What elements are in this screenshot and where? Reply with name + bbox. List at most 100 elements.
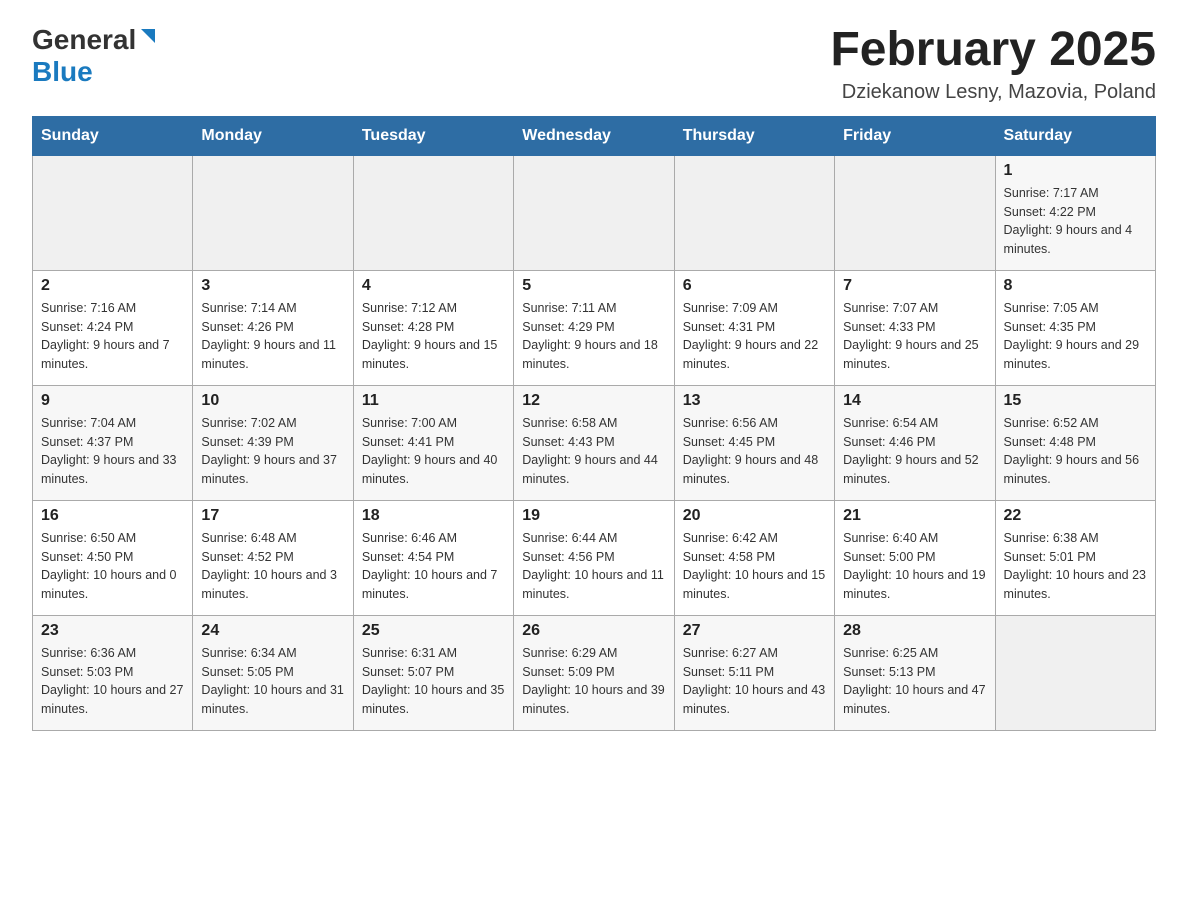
day-number: 5 <box>522 277 665 295</box>
day-info: Sunrise: 6:29 AM Sunset: 5:09 PM Dayligh… <box>522 644 665 719</box>
day-info: Sunrise: 7:00 AM Sunset: 4:41 PM Dayligh… <box>362 414 505 489</box>
day-number: 6 <box>683 277 826 295</box>
calendar-cell: 28 Sunrise: 6:25 AM Sunset: 5:13 PM Dayli… <box>835 615 995 730</box>
day-info: Sunrise: 6:46 AM Sunset: 4:54 PM Dayligh… <box>362 529 505 604</box>
day-number: 17 <box>201 507 344 525</box>
week-row-4: 16 Sunrise: 6:50 AM Sunset: 4:50 PM Dayli… <box>33 500 1156 615</box>
weekday-header-tuesday: Tuesday <box>353 116 513 155</box>
day-info: Sunrise: 6:50 AM Sunset: 4:50 PM Dayligh… <box>41 529 184 604</box>
calendar-cell: 2 Sunrise: 7:16 AM Sunset: 4:24 PM Daylig… <box>33 270 193 385</box>
logo-general-text: General <box>32 24 136 56</box>
day-number: 1 <box>1004 162 1147 180</box>
weekday-header-saturday: Saturday <box>995 116 1155 155</box>
day-number: 10 <box>201 392 344 410</box>
weekday-header-row: SundayMondayTuesdayWednesdayThursdayFrid… <box>33 116 1156 155</box>
weekday-header-friday: Friday <box>835 116 995 155</box>
calendar-cell: 10 Sunrise: 7:02 AM Sunset: 4:39 PM Dayli… <box>193 385 353 500</box>
logo-arrow-icon <box>137 25 159 47</box>
day-number: 4 <box>362 277 505 295</box>
calendar-cell: 27 Sunrise: 6:27 AM Sunset: 5:11 PM Dayli… <box>674 615 834 730</box>
day-number: 11 <box>362 392 505 410</box>
calendar-cell: 20Sunrise: 6:42 AM Sunset: 4:58 PM Dayli… <box>674 500 834 615</box>
calendar-cell: 17Sunrise: 6:48 AM Sunset: 4:52 PM Dayli… <box>193 500 353 615</box>
calendar-cell <box>674 155 834 270</box>
day-info: Sunrise: 7:14 AM Sunset: 4:26 PM Dayligh… <box>201 299 344 374</box>
day-info: Sunrise: 7:02 AM Sunset: 4:39 PM Dayligh… <box>201 414 344 489</box>
week-row-3: 9 Sunrise: 7:04 AM Sunset: 4:37 PM Daylig… <box>33 385 1156 500</box>
calendar-cell: 22Sunrise: 6:38 AM Sunset: 5:01 PM Dayli… <box>995 500 1155 615</box>
day-info: Sunrise: 6:25 AM Sunset: 5:13 PM Dayligh… <box>843 644 986 719</box>
day-number: 14 <box>843 392 986 410</box>
weekday-header-sunday: Sunday <box>33 116 193 155</box>
day-info: Sunrise: 6:54 AM Sunset: 4:46 PM Dayligh… <box>843 414 986 489</box>
day-info: Sunrise: 6:31 AM Sunset: 5:07 PM Dayligh… <box>362 644 505 719</box>
day-info: Sunrise: 6:58 AM Sunset: 4:43 PM Dayligh… <box>522 414 665 489</box>
day-number: 26 <box>522 622 665 640</box>
day-number: 28 <box>843 622 986 640</box>
day-number: 9 <box>41 392 184 410</box>
calendar-cell: 1Sunrise: 7:17 AM Sunset: 4:22 PM Daylig… <box>995 155 1155 270</box>
calendar-cell: 25 Sunrise: 6:31 AM Sunset: 5:07 PM Dayli… <box>353 615 513 730</box>
day-info: Sunrise: 6:56 AM Sunset: 4:45 PM Dayligh… <box>683 414 826 489</box>
calendar-cell <box>193 155 353 270</box>
week-row-5: 23Sunrise: 6:36 AM Sunset: 5:03 PM Dayli… <box>33 615 1156 730</box>
day-info: Sunrise: 7:09 AM Sunset: 4:31 PM Dayligh… <box>683 299 826 374</box>
calendar-table: SundayMondayTuesdayWednesdayThursdayFrid… <box>32 116 1156 731</box>
calendar-cell: 24 Sunrise: 6:34 AM Sunset: 5:05 PM Dayli… <box>193 615 353 730</box>
day-number: 2 <box>41 277 184 295</box>
logo: General Blue <box>32 24 159 88</box>
day-info: Sunrise: 7:07 AM Sunset: 4:33 PM Dayligh… <box>843 299 986 374</box>
day-info: Sunrise: 6:52 AM Sunset: 4:48 PM Dayligh… <box>1004 414 1147 489</box>
calendar-cell: 8 Sunrise: 7:05 AM Sunset: 4:35 PM Daylig… <box>995 270 1155 385</box>
calendar-cell: 6 Sunrise: 7:09 AM Sunset: 4:31 PM Daylig… <box>674 270 834 385</box>
calendar-cell: 13 Sunrise: 6:56 AM Sunset: 4:45 PM Dayli… <box>674 385 834 500</box>
day-number: 24 <box>201 622 344 640</box>
calendar-cell: 5 Sunrise: 7:11 AM Sunset: 4:29 PM Daylig… <box>514 270 674 385</box>
day-info: Sunrise: 7:16 AM Sunset: 4:24 PM Dayligh… <box>41 299 184 374</box>
calendar-cell: 9 Sunrise: 7:04 AM Sunset: 4:37 PM Daylig… <box>33 385 193 500</box>
day-info: Sunrise: 7:05 AM Sunset: 4:35 PM Dayligh… <box>1004 299 1147 374</box>
day-info: Sunrise: 7:12 AM Sunset: 4:28 PM Dayligh… <box>362 299 505 374</box>
calendar-cell: 16 Sunrise: 6:50 AM Sunset: 4:50 PM Dayli… <box>33 500 193 615</box>
calendar-cell: 15 Sunrise: 6:52 AM Sunset: 4:48 PM Dayli… <box>995 385 1155 500</box>
calendar-cell: 14 Sunrise: 6:54 AM Sunset: 4:46 PM Dayli… <box>835 385 995 500</box>
calendar-cell: 19 Sunrise: 6:44 AM Sunset: 4:56 PM Dayli… <box>514 500 674 615</box>
day-number: 3 <box>201 277 344 295</box>
calendar-cell: 21Sunrise: 6:40 AM Sunset: 5:00 PM Dayli… <box>835 500 995 615</box>
day-number: 22 <box>1004 507 1147 525</box>
calendar-cell <box>353 155 513 270</box>
logo-blue-text: Blue <box>32 56 93 87</box>
calendar-cell: 23Sunrise: 6:36 AM Sunset: 5:03 PM Dayli… <box>33 615 193 730</box>
day-info: Sunrise: 6:34 AM Sunset: 5:05 PM Dayligh… <box>201 644 344 719</box>
day-number: 13 <box>683 392 826 410</box>
calendar-cell <box>33 155 193 270</box>
day-number: 16 <box>41 507 184 525</box>
calendar-cell: 7 Sunrise: 7:07 AM Sunset: 4:33 PM Daylig… <box>835 270 995 385</box>
day-number: 19 <box>522 507 665 525</box>
calendar-cell: 3 Sunrise: 7:14 AM Sunset: 4:26 PM Daylig… <box>193 270 353 385</box>
day-number: 27 <box>683 622 826 640</box>
calendar-cell <box>995 615 1155 730</box>
title-block: February 2025 Dziekanow Lesny, Mazovia, … <box>830 24 1156 104</box>
day-number: 18 <box>362 507 505 525</box>
day-number: 23 <box>41 622 184 640</box>
day-number: 15 <box>1004 392 1147 410</box>
day-number: 7 <box>843 277 986 295</box>
calendar-cell: 4 Sunrise: 7:12 AM Sunset: 4:28 PM Daylig… <box>353 270 513 385</box>
day-info: Sunrise: 7:11 AM Sunset: 4:29 PM Dayligh… <box>522 299 665 374</box>
day-info: Sunrise: 6:44 AM Sunset: 4:56 PM Dayligh… <box>522 529 665 604</box>
day-number: 20 <box>683 507 826 525</box>
calendar-cell <box>514 155 674 270</box>
day-info: Sunrise: 6:27 AM Sunset: 5:11 PM Dayligh… <box>683 644 826 719</box>
day-info: Sunrise: 6:40 AM Sunset: 5:00 PM Dayligh… <box>843 529 986 604</box>
calendar-cell: 11 Sunrise: 7:00 AM Sunset: 4:41 PM Dayli… <box>353 385 513 500</box>
location-subtitle: Dziekanow Lesny, Mazovia, Poland <box>830 81 1156 104</box>
day-number: 25 <box>362 622 505 640</box>
week-row-1: 1Sunrise: 7:17 AM Sunset: 4:22 PM Daylig… <box>33 155 1156 270</box>
calendar-cell <box>835 155 995 270</box>
day-info: Sunrise: 7:04 AM Sunset: 4:37 PM Dayligh… <box>41 414 184 489</box>
day-number: 12 <box>522 392 665 410</box>
day-number: 8 <box>1004 277 1147 295</box>
calendar-cell: 18 Sunrise: 6:46 AM Sunset: 4:54 PM Dayli… <box>353 500 513 615</box>
weekday-header-wednesday: Wednesday <box>514 116 674 155</box>
